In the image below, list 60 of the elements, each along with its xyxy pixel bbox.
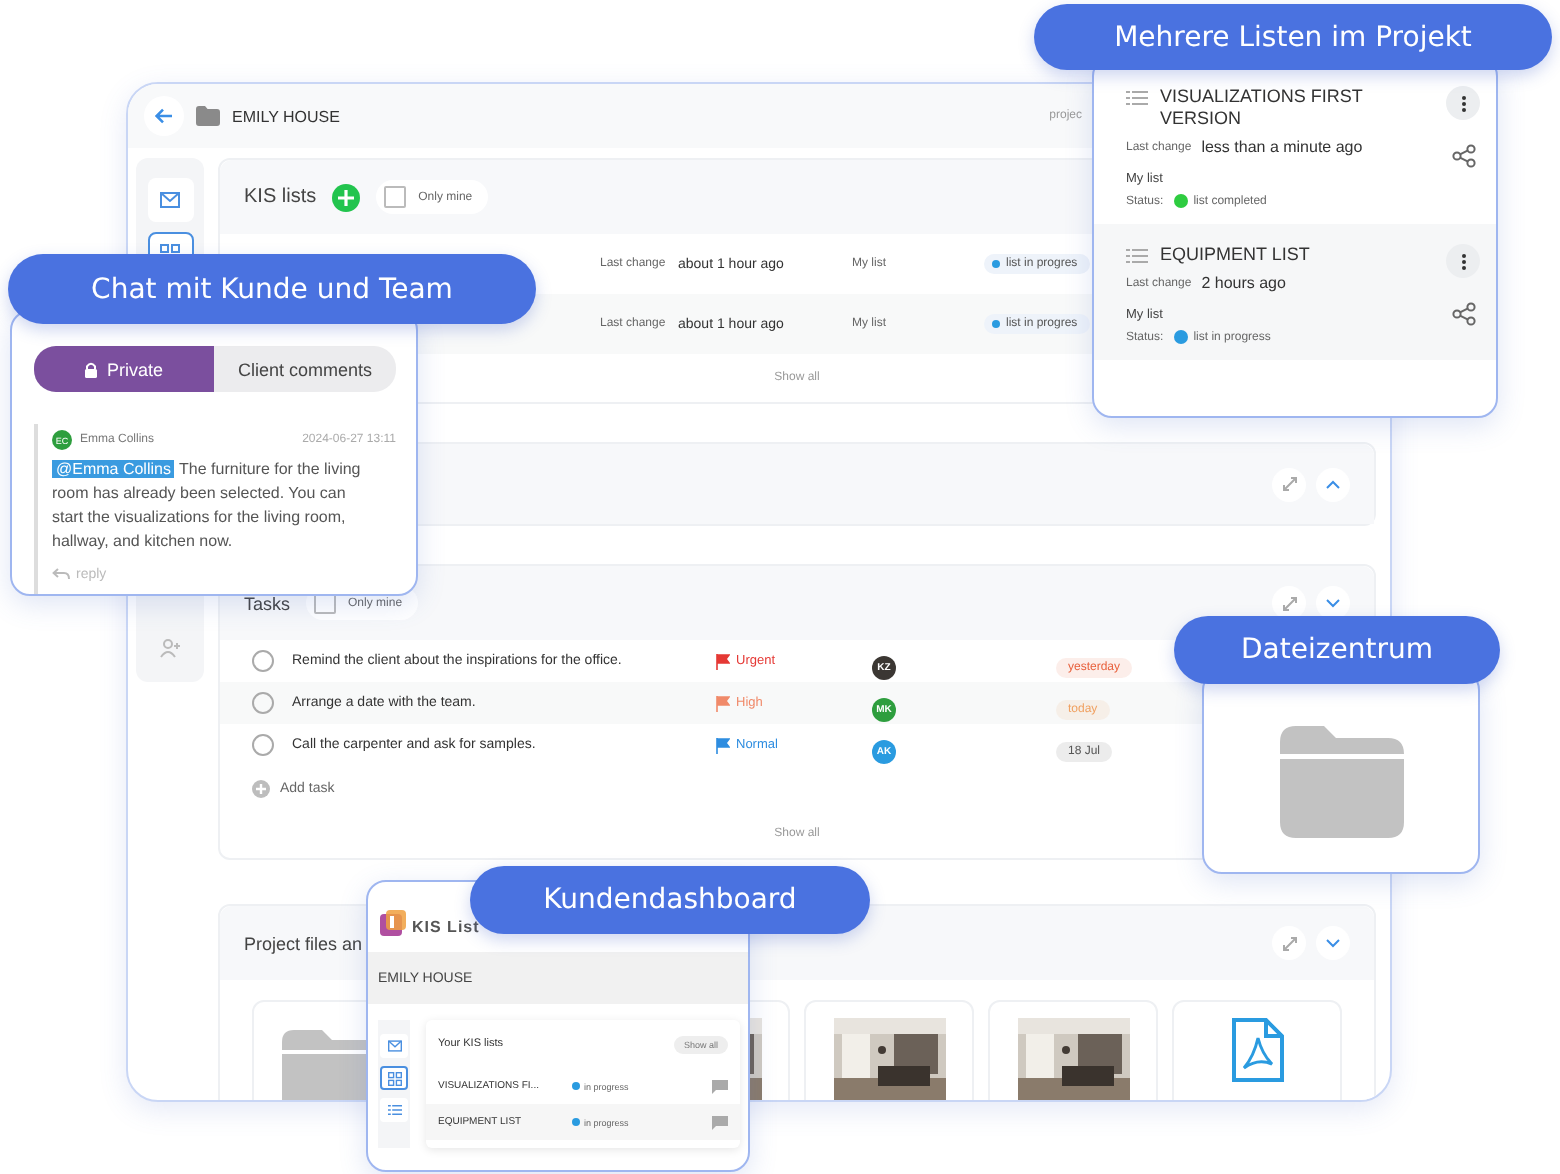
collapse-button[interactable] <box>1316 467 1350 501</box>
list-title: EQUIPMENT LIST <box>1160 244 1312 266</box>
pdf-tile[interactable] <box>1172 1000 1342 1100</box>
expand-button[interactable] <box>1272 467 1306 501</box>
chat-tab[interactable]: Client comments <box>214 346 396 392</box>
folder-icon <box>196 106 220 126</box>
mail-tab[interactable] <box>147 178 193 222</box>
panel-title: Tasks <box>244 593 291 613</box>
mail-icon <box>387 1040 401 1052</box>
mail-icon <box>160 192 180 208</box>
panel-title: Project files an <box>244 933 363 953</box>
comment-text: @Emma Collins The furniture for the living room has already been selected. You can start the visualizations for the living room, hallway, and kitchen now. <box>52 458 363 554</box>
more-button[interactable] <box>1446 244 1480 278</box>
last-change: less than a minute ago <box>1201 138 1363 156</box>
logo-text: KIS List <box>412 918 480 936</box>
chevron-down-icon <box>1326 938 1340 948</box>
callout-tooltip: Mehrere Listen im Projekt <box>1034 4 1552 70</box>
share-icon[interactable] <box>1451 302 1475 326</box>
expand-icon <box>1281 595 1297 611</box>
chevron-up-icon <box>1326 479 1340 489</box>
task-checkbox[interactable] <box>252 650 274 672</box>
last-change: 2 hours ago <box>1201 274 1286 292</box>
plus-icon <box>338 189 355 205</box>
pdf-file-icon <box>1231 1018 1283 1082</box>
back-button[interactable] <box>144 96 184 136</box>
list-icon <box>387 1104 401 1116</box>
list-tab[interactable] <box>380 1098 408 1122</box>
task-checkbox[interactable] <box>252 734 274 756</box>
callout-tooltip: Chat mit Kunde und Team <box>8 254 536 324</box>
reply-icon <box>52 568 70 580</box>
mention-tag[interactable]: @Emma Collins <box>52 460 175 478</box>
share-icon[interactable] <box>1451 144 1475 168</box>
chevron-down-icon <box>1326 598 1340 608</box>
list-title: VISUALIZATIONS FIRST VERSION <box>1160 86 1365 130</box>
more-button[interactable] <box>1446 86 1480 120</box>
grid-icon <box>387 1071 401 1085</box>
mail-tab[interactable] <box>380 1034 408 1058</box>
callout-tooltip: Dateizentrum <box>1174 616 1500 684</box>
back-arrow-icon <box>154 106 174 126</box>
comment-icon[interactable] <box>712 1115 728 1129</box>
comment-icon[interactable] <box>712 1079 728 1093</box>
picture-tile[interactable] <box>804 1000 974 1100</box>
expand-icon <box>1281 476 1297 492</box>
expand-down-button[interactable] <box>1316 926 1350 960</box>
panel-title: KIS lists <box>244 186 317 208</box>
list-icon <box>1126 248 1148 264</box>
plus-circle-icon <box>252 779 270 797</box>
picture-tile[interactable] <box>988 1000 1158 1100</box>
folder-icon <box>1279 726 1403 838</box>
grid-tab[interactable] <box>380 1066 408 1090</box>
task-checkbox[interactable] <box>252 692 274 714</box>
window-title: EMILY HOUSE <box>232 107 340 125</box>
chat-tab[interactable]: Private <box>34 346 214 392</box>
add-button[interactable] <box>332 183 361 211</box>
lock-icon <box>84 361 99 377</box>
list-icon <box>1126 90 1148 106</box>
add-user-icon <box>160 638 180 658</box>
expand-icon <box>1281 935 1297 951</box>
expand-button[interactable] <box>1272 926 1306 960</box>
logo-icon <box>380 910 406 936</box>
